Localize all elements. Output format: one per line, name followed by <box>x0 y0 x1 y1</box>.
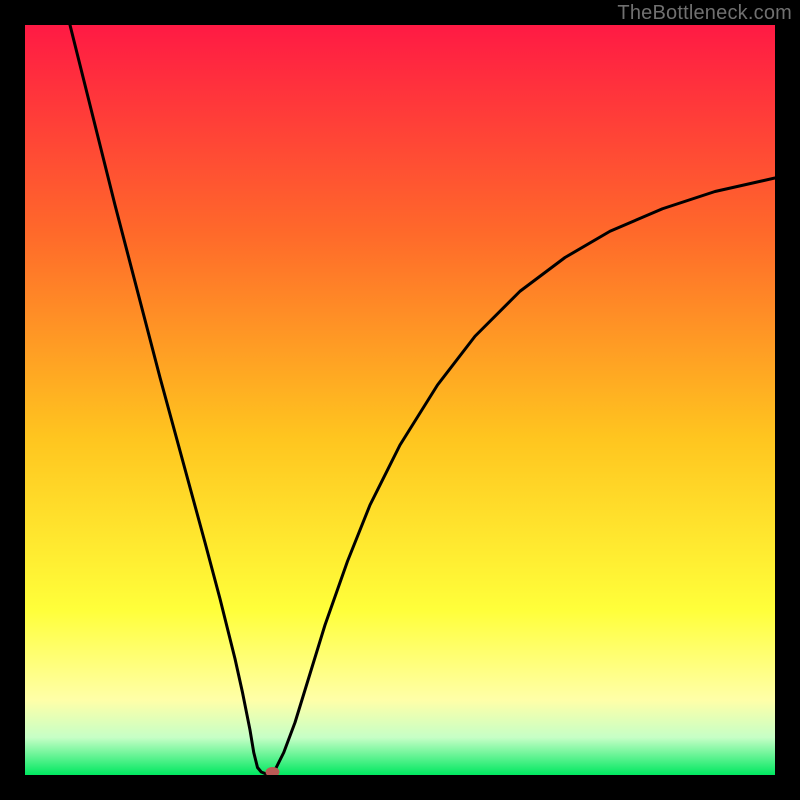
attribution-label: TheBottleneck.com <box>617 2 792 25</box>
plot-svg <box>25 25 775 775</box>
gradient-background <box>25 25 775 775</box>
chart-frame: TheBottleneck.com <box>0 0 800 800</box>
plot-area <box>25 25 775 775</box>
